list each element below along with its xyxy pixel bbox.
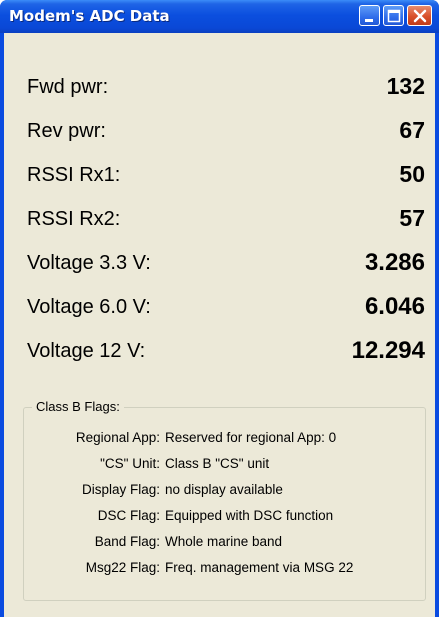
cs-unit-value: Class B "CS" unit <box>165 456 270 471</box>
band-flag-row: Band Flag: Whole marine band <box>24 530 425 554</box>
rssi-rx1-label: RSSI Rx1: <box>27 164 121 186</box>
voltage-6v0-value: 6.046 <box>364 293 425 320</box>
maximize-button[interactable] <box>383 5 404 26</box>
window-title: Modem's ADC Data <box>9 7 170 25</box>
class-b-flags-legend: Class B Flags: <box>32 399 124 414</box>
fwd-pwr-row: Fwd pwr: 132 <box>4 65 435 109</box>
regional-app-label: Regional App: <box>75 430 160 445</box>
display-flag-label: Display Flag: <box>81 482 160 497</box>
rev-pwr-row: Rev pwr: 67 <box>4 109 435 153</box>
close-button[interactable] <box>407 5 432 26</box>
band-flag-value: Whole marine band <box>165 534 283 549</box>
fwd-pwr-label: Fwd pwr: <box>27 76 109 98</box>
title-bar[interactable]: Modem's ADC Data <box>0 0 439 33</box>
rssi-rx2-label: RSSI Rx2: <box>27 208 121 230</box>
dsc-flag-label: DSC Flag: <box>97 508 160 523</box>
dsc-flag-value: Equipped with DSC function <box>165 508 334 523</box>
display-flag-value: no display available <box>165 482 283 497</box>
adc-data-window: Modem's ADC Data Fwd pwr: 132 Rev pwr: 6… <box>0 0 439 617</box>
dsc-flag-row: DSC Flag: Equipped with DSC function <box>24 504 425 528</box>
rev-pwr-value: 67 <box>399 117 425 143</box>
band-flag-label: Band Flag: <box>94 534 160 549</box>
msg22-flag-label: Msg22 Flag: <box>85 560 160 575</box>
voltage-12v-value: 12.294 <box>351 337 425 364</box>
close-icon <box>413 9 427 23</box>
regional-app-row: Regional App: Reserved for regional App:… <box>24 426 425 450</box>
rssi-rx2-value: 57 <box>399 205 425 231</box>
voltage-3v3-label: Voltage 3.3 V: <box>27 252 151 274</box>
voltage-6v0-label: Voltage 6.0 V: <box>27 296 151 318</box>
display-flag-row: Display Flag: no display available <box>24 478 425 502</box>
rev-pwr-label: Rev pwr: <box>27 120 106 142</box>
msg22-flag-row: Msg22 Flag: Freq. management via MSG 22 <box>24 556 425 580</box>
cs-unit-row: "CS" Unit: Class B "CS" unit <box>24 452 425 476</box>
rssi-rx1-value: 50 <box>399 161 425 187</box>
cs-unit-label: "CS" Unit: <box>100 456 160 471</box>
maximize-icon <box>387 9 401 23</box>
fwd-pwr-value: 132 <box>386 73 425 99</box>
minimize-icon <box>365 19 373 22</box>
class-b-flags-group: Class B Flags: Regional App: Reserved fo… <box>23 399 426 601</box>
voltage-3v3-value: 3.286 <box>364 249 425 276</box>
voltage-12v-label: Voltage 12 V: <box>27 340 146 362</box>
msg22-flag-value: Freq. management via MSG 22 <box>165 560 354 575</box>
voltage-12v-row: Voltage 12 V: 12.294 <box>4 329 435 373</box>
window-client-area: Fwd pwr: 132 Rev pwr: 67 RSSI Rx1: 50 RS… <box>4 33 435 617</box>
rssi-rx1-row: RSSI Rx1: 50 <box>4 153 435 197</box>
minimize-button[interactable] <box>359 5 380 26</box>
voltage-6v0-row: Voltage 6.0 V: 6.046 <box>4 285 435 329</box>
voltage-3v3-row: Voltage 3.3 V: 3.286 <box>4 241 435 285</box>
regional-app-value: Reserved for regional App: 0 <box>165 430 337 445</box>
rssi-rx2-row: RSSI Rx2: 57 <box>4 197 435 241</box>
